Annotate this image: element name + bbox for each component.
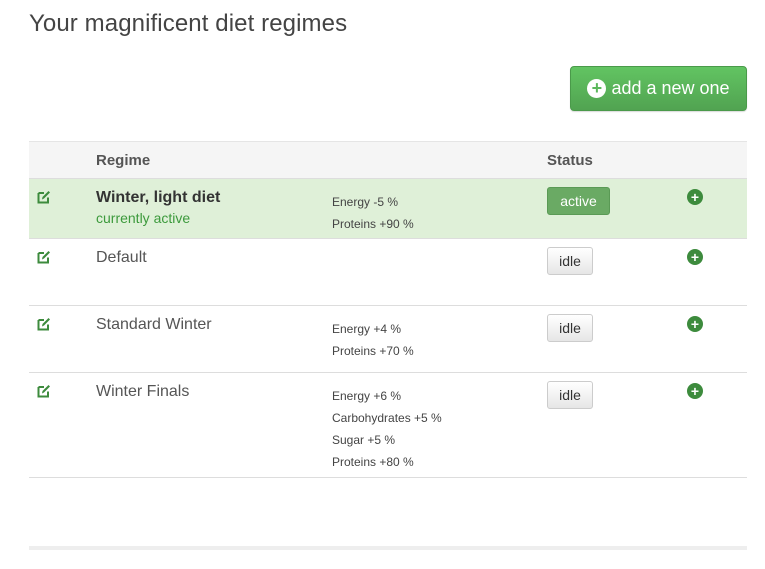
regime-detail: Energy +4 % xyxy=(332,322,402,336)
regime-detail: Sugar +5 % xyxy=(332,433,396,447)
status-toggle-button[interactable]: active xyxy=(547,187,610,215)
add-new-regime-button[interactable]: + add a new one xyxy=(570,66,747,111)
regime-active-note: currently active xyxy=(96,210,191,226)
page-title: Your magnificent diet regimes xyxy=(29,10,348,37)
plus-circle-icon: + xyxy=(587,79,607,98)
regime-name: Standard Winter xyxy=(96,316,212,333)
regime-detail: Carbohydrates +5 % xyxy=(332,411,442,425)
add-icon[interactable]: + xyxy=(687,249,703,265)
regime-column-header: Regime xyxy=(96,151,151,169)
edit-icon[interactable] xyxy=(37,384,51,398)
edit-icon[interactable] xyxy=(37,190,51,204)
regime-detail: Energy +6 % xyxy=(332,389,402,403)
regime-detail: Proteins +70 % xyxy=(332,344,414,358)
table-header-row: Regime Status xyxy=(29,141,747,179)
add-icon[interactable]: + xyxy=(687,316,703,332)
table-row: Winter, light diet currently active Ener… xyxy=(29,178,747,239)
edit-icon[interactable] xyxy=(37,250,51,264)
status-column-header: Status xyxy=(547,151,593,169)
status-toggle-button[interactable]: idle xyxy=(547,381,593,409)
table-row: Standard Winter Energy +4 % Proteins +70… xyxy=(29,305,747,373)
add-icon[interactable]: + xyxy=(687,383,703,399)
table-row: Default idle + xyxy=(29,238,747,306)
footer-divider xyxy=(29,546,747,550)
regime-name: Default xyxy=(96,249,147,266)
regime-name: Winter Finals xyxy=(96,383,190,400)
edit-icon[interactable] xyxy=(37,317,51,331)
regime-detail: Proteins +80 % xyxy=(332,455,414,469)
table-row: Winter Finals Energy +6 % Carbohydrates … xyxy=(29,372,747,478)
regime-detail: Proteins +90 % xyxy=(332,217,414,231)
add-icon[interactable]: + xyxy=(687,189,703,205)
status-toggle-button[interactable]: idle xyxy=(547,247,593,275)
regime-name: Winter, light diet xyxy=(96,189,221,206)
regimes-table: Regime Status Winter, light diet current… xyxy=(29,141,747,478)
status-toggle-button[interactable]: idle xyxy=(547,314,593,342)
regime-detail: Energy -5 % xyxy=(332,195,399,209)
add-new-regime-label: add a new one xyxy=(611,78,730,98)
